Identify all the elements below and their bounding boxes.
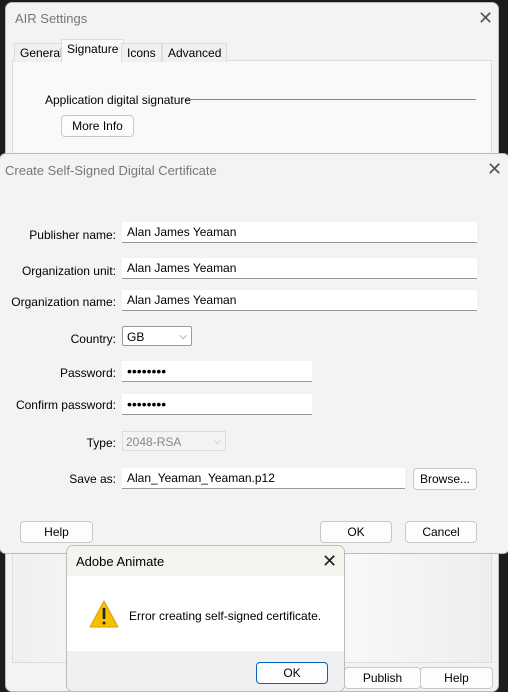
close-icon[interactable]: ✕: [478, 9, 493, 27]
org-unit-label: Organization unit:: [21, 264, 116, 278]
alert-ok-button[interactable]: OK: [256, 662, 328, 684]
alert-title: Adobe Animate: [76, 554, 165, 569]
publish-button[interactable]: Publish: [344, 667, 421, 689]
org-name-input[interactable]: [122, 290, 477, 311]
publisher-input[interactable]: [122, 222, 477, 243]
chevron-down-icon: ⌵: [179, 331, 187, 342]
country-label: Country:: [70, 332, 116, 346]
alert-message: Error creating self-signed certificate.: [129, 609, 322, 623]
section-divider: [186, 99, 476, 100]
help-button[interactable]: Help: [420, 667, 493, 689]
section-label: Application digital signature: [45, 93, 192, 107]
certificate-dialog: Create Self-Signed Digital Certificate ✕…: [0, 153, 508, 554]
type-label: Type:: [86, 436, 116, 450]
type-value: 2048-RSA: [126, 435, 182, 449]
tab-icons[interactable]: Icons: [121, 43, 162, 62]
browse-button[interactable]: Browse...: [413, 468, 477, 490]
more-info-button[interactable]: More Info: [61, 115, 134, 137]
country-select[interactable]: GB ⌵: [122, 326, 192, 346]
confirm-password-label: Confirm password:: [15, 398, 116, 412]
air-settings-title: AIR Settings: [15, 11, 88, 26]
password-input[interactable]: ••••••••: [122, 361, 312, 382]
org-unit-input[interactable]: [122, 258, 477, 279]
cancel-button[interactable]: Cancel: [405, 521, 477, 543]
tab-panel: [12, 60, 492, 162]
warning-icon: [89, 600, 119, 628]
country-value: GB: [127, 330, 145, 344]
close-icon[interactable]: ✕: [322, 552, 337, 570]
ok-button[interactable]: OK: [320, 521, 392, 543]
tab-advanced[interactable]: Advanced: [162, 43, 228, 62]
save-as-input[interactable]: [122, 468, 405, 489]
save-as-label: Save as:: [69, 472, 116, 486]
type-select: 2048-RSA ⌵: [122, 431, 226, 451]
close-icon[interactable]: ✕: [487, 160, 502, 178]
confirm-password-input[interactable]: ••••••••: [122, 394, 312, 415]
help-button[interactable]: Help: [20, 521, 93, 543]
password-label: Password:: [59, 366, 116, 380]
chevron-down-icon: ⌵: [213, 436, 221, 447]
tab-signature[interactable]: Signature: [61, 39, 125, 62]
alert-dialog: Adobe Animate ✕ Error creating self-sign…: [66, 545, 345, 692]
certificate-title: Create Self-Signed Digital Certificate: [5, 163, 217, 178]
publisher-label: Publisher name:: [29, 228, 116, 242]
org-name-label: Organization name:: [11, 295, 116, 309]
